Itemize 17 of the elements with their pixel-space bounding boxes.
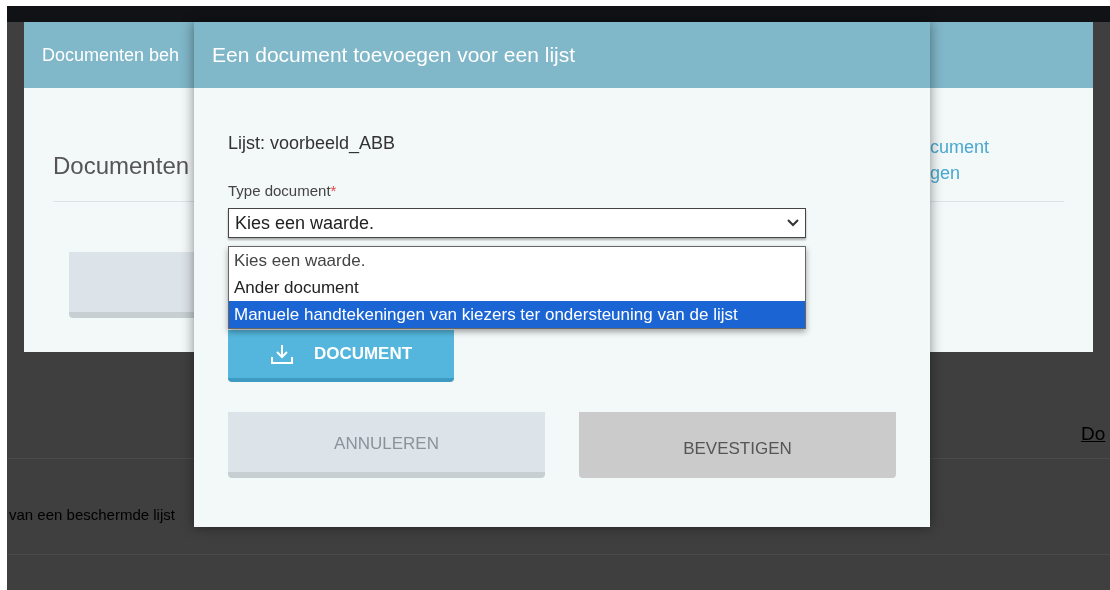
dropdown-option[interactable]: Ander document: [229, 274, 805, 301]
back-dialog-title: Documenten beh: [42, 43, 180, 67]
confirm-button[interactable]: BEVESTIGEN: [579, 412, 896, 478]
upload-document-button[interactable]: DOCUMENT: [228, 330, 454, 382]
page-text: van een beschermde lijst: [9, 505, 175, 525]
dialog-title: Een document toevoegen voor een lijst: [212, 42, 576, 69]
chevron-down-icon: [787, 219, 799, 227]
dropdown-option[interactable]: Kies een waarde.: [229, 247, 805, 274]
field-label: Type document: [228, 181, 331, 201]
required-mark: *: [330, 181, 337, 201]
list-label: Lijst: voorbeeld_ABB: [228, 132, 397, 156]
type-select[interactable]: Kies een waarde.: [228, 208, 806, 238]
cancel-button[interactable]: ANNULEREN: [228, 412, 545, 478]
back-dialog-heading: Documenten: [53, 151, 190, 181]
dropdown-option[interactable]: Manuele handtekeningen van kiezers ter ondersteuning van de lijst: [229, 301, 805, 328]
download-icon: [269, 343, 294, 365]
add-document-link[interactable]: cument gen: [930, 134, 990, 186]
